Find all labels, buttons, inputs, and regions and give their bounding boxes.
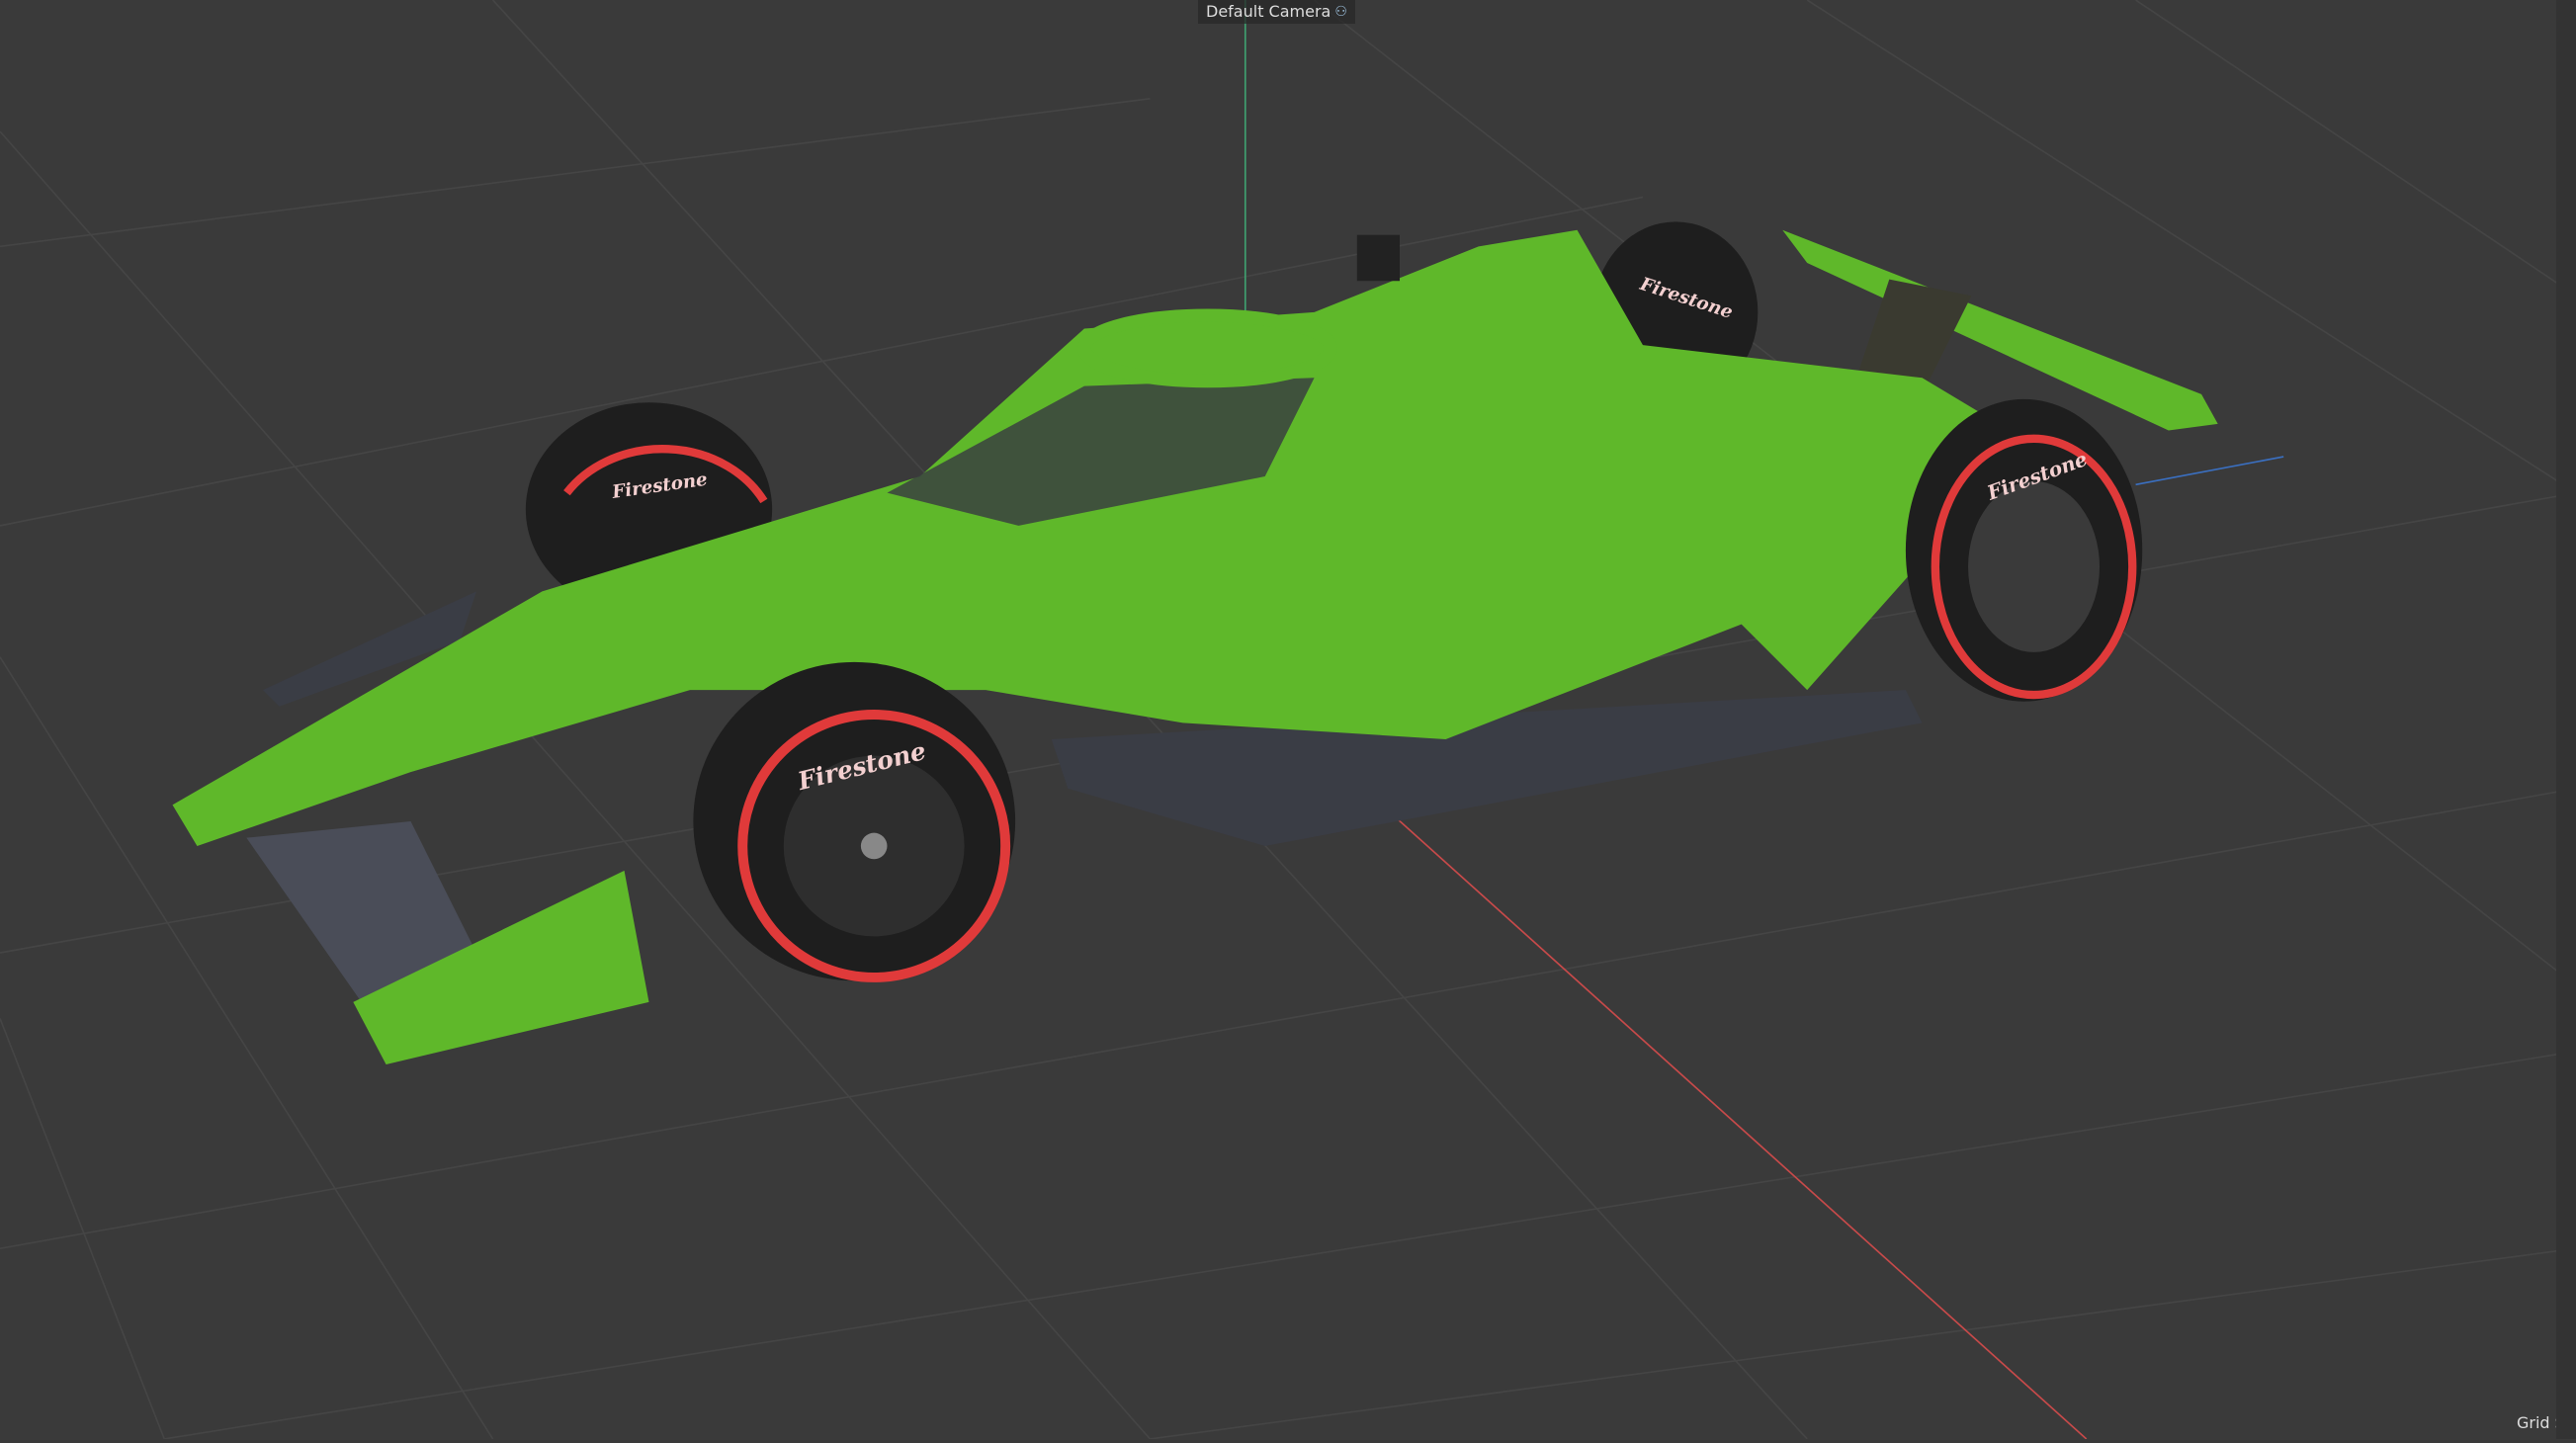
camera-icon: ⚇ (1334, 4, 1347, 20)
x-axis-line (1362, 788, 2088, 1440)
rear-tire: Firestone (1905, 398, 2143, 702)
camera-label-text: Default Camera (1206, 2, 1331, 21)
race-car-model[interactable]: Firestone Firestone Firestone Firestone (172, 221, 2218, 1065)
camera-label[interactable]: Default Camera ⚇ (1198, 0, 1355, 24)
scene: Firestone Firestone Firestone Firestone (0, 0, 2576, 1440)
panel-edge (2556, 0, 2576, 1439)
front-tire: Firestone (693, 661, 1016, 982)
3d-viewport[interactable]: Firestone Firestone Firestone Firestone (0, 0, 2576, 1440)
z-axis-line (2135, 456, 2284, 486)
